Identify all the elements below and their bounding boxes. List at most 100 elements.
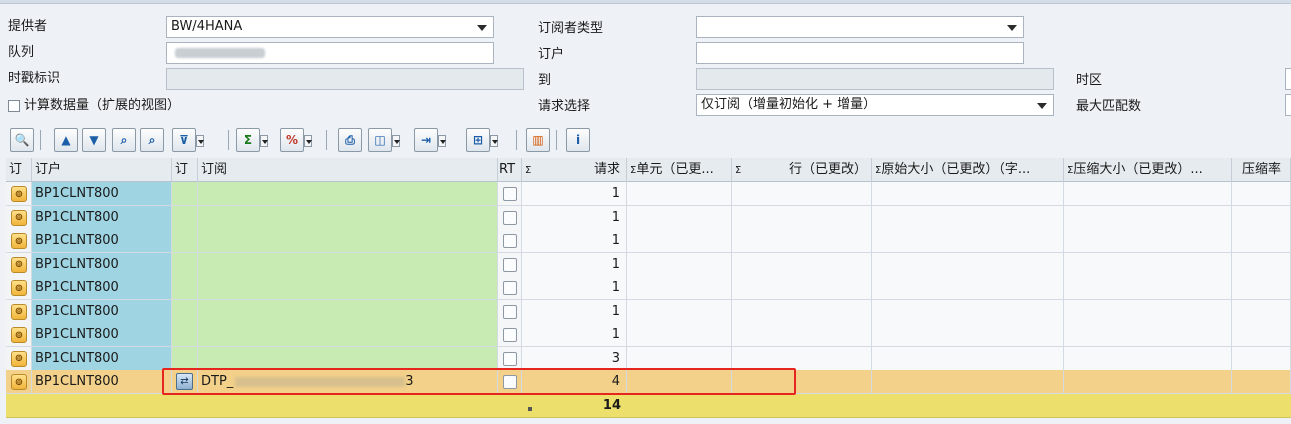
subscription-status-icon[interactable]: ⊚ (11, 233, 27, 249)
units-cell[interactable] (627, 182, 732, 205)
orig-size-cell[interactable] (872, 276, 1064, 299)
table-row[interactable]: ⊚ BP1CLNT800 1 (6, 205, 1291, 229)
view-icon[interactable]: ◫ (368, 128, 400, 152)
table-row[interactable]: ⊚ BP1CLNT800 3 (6, 346, 1291, 370)
subscription-flag-cell[interactable] (172, 299, 198, 323)
subscriber-type-dropdown[interactable] (696, 16, 1024, 38)
subscription-cell[interactable] (198, 276, 498, 299)
customer-cell[interactable]: BP1CLNT800 (32, 229, 172, 252)
header-lines[interactable]: Σ 行（已更改） (732, 158, 872, 182)
customer-cell[interactable]: BP1CLNT800 (32, 205, 172, 229)
subscription-flag-cell[interactable] (172, 182, 198, 205)
units-cell[interactable] (627, 346, 732, 370)
subscription-status-icon[interactable]: ⊚ (11, 256, 27, 273)
orig-size-cell[interactable] (872, 323, 1064, 346)
subtotal-icon[interactable]: % (280, 128, 312, 152)
layout-icon[interactable]: ⊞ (466, 128, 498, 152)
header-subscription[interactable]: 订阅 (198, 158, 498, 182)
orig-size-cell[interactable] (872, 252, 1064, 276)
provider-dropdown[interactable]: BW/4HANA (166, 16, 494, 38)
subscription-flag-cell[interactable] (172, 346, 198, 370)
rt-checkbox[interactable] (503, 304, 517, 319)
view-dropdown-arrow[interactable] (392, 135, 400, 147)
subscriber-input[interactable] (696, 42, 1024, 64)
sort-desc-icon[interactable]: ▼ (82, 128, 106, 152)
requests-cell[interactable]: 1 (522, 276, 627, 299)
requests-cell[interactable]: 4 (522, 370, 627, 393)
header-units[interactable]: Σ单元（已更... (627, 158, 732, 182)
comp-size-cell[interactable] (1064, 323, 1232, 346)
row-icon-cell[interactable]: ⊚ (6, 346, 32, 370)
orig-size-cell[interactable] (872, 370, 1064, 393)
orig-size-cell[interactable] (872, 299, 1064, 323)
header-orig-size[interactable]: Σ原始大小（已更改）（字... (872, 158, 1064, 182)
header-customer[interactable]: 订户 (32, 158, 172, 182)
requests-cell[interactable]: 1 (522, 229, 627, 252)
comp-size-cell[interactable] (1064, 299, 1232, 323)
customer-cell[interactable]: BP1CLNT800 (32, 323, 172, 346)
subscription-cell[interactable] (198, 182, 498, 205)
header-icon-col[interactable]: 订 (6, 158, 32, 182)
header-sflag[interactable]: 订 (172, 158, 198, 182)
ratio-cell[interactable] (1232, 323, 1291, 346)
requests-cell[interactable]: 1 (522, 182, 627, 205)
info-icon[interactable]: i (566, 128, 590, 152)
customer-cell[interactable]: BP1CLNT800 (32, 276, 172, 299)
comp-size-cell[interactable] (1064, 229, 1232, 252)
calc-volume-checkbox[interactable] (8, 100, 20, 112)
header-comp-size[interactable]: Σ压缩大小（已更改）... (1064, 158, 1232, 182)
request-select-dropdown[interactable]: 仅订阅（增量初始化 + 增量） (696, 94, 1054, 116)
table-row[interactable]: ⊚ BP1CLNT800 1 (6, 276, 1291, 300)
ratio-cell[interactable] (1232, 276, 1291, 299)
queue-input[interactable] (166, 42, 494, 64)
table-row[interactable]: ⊚ BP1CLNT800 1 (6, 252, 1291, 276)
subscription-status-icon[interactable]: ⊚ (11, 374, 27, 390)
dtp-icon[interactable]: ⇄ (176, 373, 193, 390)
customer-cell[interactable]: BP1CLNT800 (32, 346, 172, 370)
subscription-status-icon[interactable]: ⊚ (11, 303, 27, 320)
ratio-cell[interactable] (1232, 229, 1291, 252)
subscription-status-icon[interactable]: ⊚ (11, 350, 27, 367)
customer-cell[interactable]: BP1CLNT800 (32, 182, 172, 205)
ratio-cell[interactable] (1232, 346, 1291, 370)
find-icon[interactable]: ⌕ (112, 128, 136, 152)
subscription-flag-cell[interactable]: ⇄ (172, 370, 198, 393)
subscription-flag-cell[interactable] (172, 276, 198, 299)
row-icon-cell[interactable]: ⊚ (6, 229, 32, 252)
comp-size-cell[interactable] (1064, 346, 1232, 370)
rt-checkbox[interactable] (503, 210, 517, 225)
rt-cell[interactable] (498, 252, 522, 276)
orig-size-cell[interactable] (872, 182, 1064, 205)
ratio-cell[interactable] (1232, 182, 1291, 205)
row-icon-cell[interactable]: ⊚ (6, 276, 32, 299)
subscription-cell[interactable] (198, 346, 498, 370)
rt-checkbox[interactable] (503, 351, 517, 366)
subscription-flag-cell[interactable] (172, 205, 198, 229)
units-cell[interactable] (627, 370, 732, 393)
row-icon-cell[interactable]: ⊚ (6, 323, 32, 346)
lines-cell[interactable] (732, 229, 872, 252)
comp-size-cell[interactable] (1064, 182, 1232, 205)
ratio-cell[interactable] (1232, 370, 1291, 393)
orig-size-cell[interactable] (872, 229, 1064, 252)
comp-size-cell[interactable] (1064, 370, 1232, 393)
row-icon-cell[interactable]: ⊚ (6, 252, 32, 276)
lines-cell[interactable] (732, 323, 872, 346)
table-row[interactable]: ⊚ BP1CLNT800 1 (6, 299, 1291, 323)
rt-cell[interactable] (498, 370, 522, 393)
subscription-cell[interactable]: DTP_ 3 (198, 370, 498, 393)
row-icon-cell[interactable]: ⊚ (6, 182, 32, 205)
subscription-flag-cell[interactable] (172, 252, 198, 276)
header-rt[interactable]: RT (498, 158, 522, 182)
customer-cell[interactable]: BP1CLNT800 (32, 252, 172, 276)
row-icon-cell[interactable]: ⊚ (6, 205, 32, 229)
subscription-status-icon[interactable]: ⊚ (11, 280, 27, 296)
find-next-icon[interactable]: ⌕ (140, 128, 164, 152)
table-row[interactable]: ⊚ BP1CLNT800 1 (6, 323, 1291, 347)
rt-checkbox[interactable] (503, 281, 517, 295)
header-requests[interactable]: Σ 请求 (522, 158, 627, 182)
requests-cell[interactable]: 1 (522, 205, 627, 229)
details-icon[interactable]: 🔍 (10, 128, 34, 152)
print-icon[interactable]: ⎙ (338, 128, 362, 152)
rt-cell[interactable] (498, 346, 522, 370)
